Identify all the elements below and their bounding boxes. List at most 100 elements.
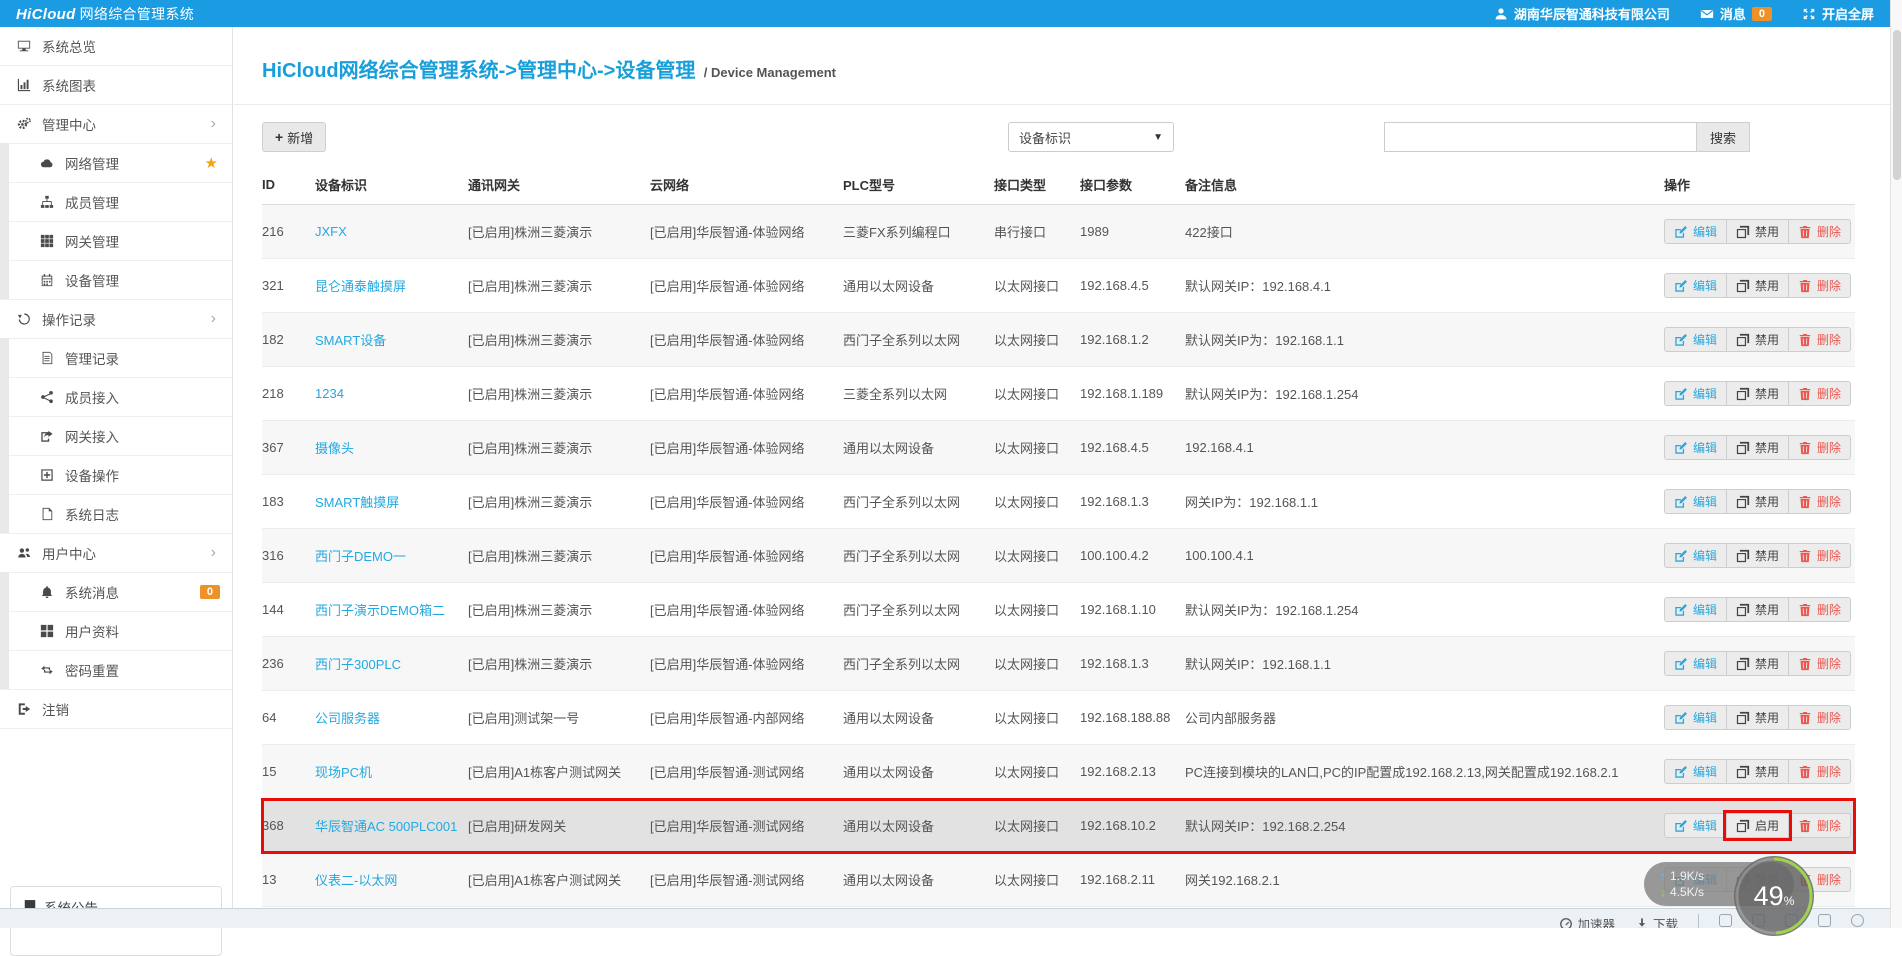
device-link[interactable]: 摄像头 xyxy=(315,441,354,456)
statusbar-tool-icon[interactable] xyxy=(1719,914,1732,927)
disable-button[interactable]: 禁用 xyxy=(1726,759,1789,784)
device-link[interactable]: 西门子DEMO一 xyxy=(315,549,406,564)
disable-button[interactable]: 禁用 xyxy=(1726,273,1789,298)
edit-button[interactable]: 编辑 xyxy=(1664,435,1727,460)
search-input[interactable] xyxy=(1384,122,1696,152)
sidebar-item-sitemap[interactable]: 成员管理 xyxy=(0,183,232,222)
accelerator-button[interactable]: 加速器 xyxy=(1559,914,1615,928)
disable-button[interactable]: 禁用 xyxy=(1726,327,1789,352)
edit-button[interactable]: 编辑 xyxy=(1664,381,1727,406)
disable-button[interactable]: 禁用 xyxy=(1726,597,1789,622)
sidebar-item-file[interactable]: 系统日志 xyxy=(0,495,232,534)
device-link[interactable]: 1234 xyxy=(315,386,344,401)
topbar-menu: 湖南华辰智通科技有限公司 消息 0 开启全屏 xyxy=(1494,4,1874,23)
cell-cloud-network: [已启用]华辰智通-体验网络 xyxy=(650,475,843,529)
device-link[interactable]: 公司服务器 xyxy=(315,711,380,726)
statusbar-tool-icon[interactable] xyxy=(1818,914,1831,927)
usage-percent-widget[interactable]: 49% xyxy=(1734,856,1814,936)
sidebar-item-th-large[interactable]: 用户资料 xyxy=(0,612,232,651)
cell-actions: 编辑禁用删除 xyxy=(1664,259,1855,313)
cell-id: 182 xyxy=(262,313,315,367)
clone-icon xyxy=(1736,495,1750,509)
delete-button[interactable]: 删除 xyxy=(1788,705,1851,730)
scrollbar-thumb[interactable] xyxy=(1893,30,1901,180)
desktop-icon xyxy=(17,39,34,53)
table-row: 182SMART设备[已启用]株洲三菱演示[已启用]华辰智通-体验网络西门子全系… xyxy=(262,313,1855,367)
edit-button[interactable]: 编辑 xyxy=(1664,273,1727,298)
cell-interface-type: 以太网接口 xyxy=(994,799,1080,853)
sidebar-item-users[interactable]: 用户中心› xyxy=(0,534,232,573)
sidebar-item-desktop[interactable]: 系统总览 xyxy=(0,27,232,66)
device-link[interactable]: 西门子演示DEMO箱二 xyxy=(315,603,445,618)
sidebar-item-bell[interactable]: 系统消息0 xyxy=(0,573,232,612)
edit-button[interactable]: 编辑 xyxy=(1664,759,1727,784)
edit-button[interactable]: 编辑 xyxy=(1664,813,1727,838)
delete-button[interactable]: 删除 xyxy=(1788,273,1851,298)
device-link[interactable]: JXFX xyxy=(315,224,347,239)
search-button[interactable]: 搜索 xyxy=(1696,122,1750,152)
cell-interface-param: 192.168.4.5 xyxy=(1080,259,1185,313)
disable-button[interactable]: 禁用 xyxy=(1726,705,1789,730)
edit-button[interactable]: 编辑 xyxy=(1664,597,1727,622)
device-link[interactable]: 华辰智通AC 500PLC001 xyxy=(315,819,457,834)
delete-button[interactable]: 删除 xyxy=(1788,813,1851,838)
disable-button[interactable]: 禁用 xyxy=(1726,381,1789,406)
column-header: 通讯网关 xyxy=(468,165,650,205)
edit-button[interactable]: 编辑 xyxy=(1664,543,1727,568)
disable-button[interactable]: 禁用 xyxy=(1726,651,1789,676)
edit-button[interactable]: 编辑 xyxy=(1664,651,1727,676)
sidebar-item-logout[interactable]: 注销 xyxy=(0,690,232,729)
sidebar-item-cloud[interactable]: 网络管理★ xyxy=(0,144,232,183)
messages-menu[interactable]: 消息 0 xyxy=(1700,4,1772,23)
device-link[interactable]: 仪表二-以太网 xyxy=(315,873,397,888)
disable-button[interactable]: 禁用 xyxy=(1726,489,1789,514)
delete-button[interactable]: 删除 xyxy=(1788,381,1851,406)
device-link[interactable]: SMART触摸屏 xyxy=(315,495,399,510)
sidebar: 系统总览系统图表管理中心›网络管理★成员管理网关管理设备管理操作记录›管理记录成… xyxy=(0,27,233,928)
sidebar-item-calendar[interactable]: 设备管理 xyxy=(0,261,232,300)
sidebar-item-share-square[interactable]: 网关接入 xyxy=(0,417,232,456)
delete-button[interactable]: 删除 xyxy=(1788,597,1851,622)
delete-button[interactable]: 删除 xyxy=(1788,327,1851,352)
cell-gateway: [已启用]株洲三菱演示 xyxy=(468,529,650,583)
sidebar-item-gears[interactable]: 管理中心› xyxy=(0,105,232,144)
sidebar-item-reset[interactable]: 密码重置 xyxy=(0,651,232,690)
delete-button[interactable]: 删除 xyxy=(1788,489,1851,514)
disable-button[interactable]: 禁用 xyxy=(1726,219,1789,244)
favorite-star-icon[interactable]: ★ xyxy=(205,154,218,172)
account-menu[interactable]: 湖南华辰智通科技有限公司 xyxy=(1494,4,1670,23)
device-link[interactable]: 昆仑通泰触摸屏 xyxy=(315,279,406,294)
sidebar-item-share[interactable]: 成员接入 xyxy=(0,378,232,417)
browser-scrollbar[interactable] xyxy=(1890,0,1902,928)
edit-button[interactable]: 编辑 xyxy=(1664,327,1727,352)
cell-gateway: [已启用]株洲三菱演示 xyxy=(468,475,650,529)
search-field-select[interactable]: 设备标识 ▼ xyxy=(1008,122,1174,152)
delete-button[interactable]: 删除 xyxy=(1788,543,1851,568)
delete-button[interactable]: 删除 xyxy=(1788,219,1851,244)
add-device-button[interactable]: + 新增 xyxy=(262,122,326,152)
sidebar-item-grid[interactable]: 网关管理 xyxy=(0,222,232,261)
sidebar-item-chart[interactable]: 系统图表 xyxy=(0,66,232,105)
edit-button[interactable]: 编辑 xyxy=(1664,489,1727,514)
sidebar-item-history[interactable]: 操作记录› xyxy=(0,300,232,339)
disable-button[interactable]: 禁用 xyxy=(1726,435,1789,460)
enable-button[interactable]: 启用 xyxy=(1726,813,1789,838)
sidebar-item-plus-square[interactable]: 设备操作 xyxy=(0,456,232,495)
disable-button[interactable]: 禁用 xyxy=(1726,543,1789,568)
edit-button[interactable]: 编辑 xyxy=(1664,219,1727,244)
device-link[interactable]: 现场PC机 xyxy=(315,765,372,780)
cell-device-name: 西门子300PLC xyxy=(315,637,468,691)
cell-gateway: [已启用]株洲三菱演示 xyxy=(468,583,650,637)
delete-button[interactable]: 删除 xyxy=(1788,435,1851,460)
download-manager-button[interactable]: 下载 xyxy=(1635,914,1678,928)
statusbar-tool-icon[interactable] xyxy=(1851,914,1864,927)
delete-button[interactable]: 删除 xyxy=(1788,651,1851,676)
edit-button[interactable]: 编辑 xyxy=(1664,705,1727,730)
delete-button[interactable]: 删除 xyxy=(1788,759,1851,784)
fullscreen-button[interactable]: 开启全屏 xyxy=(1802,4,1874,23)
sidebar-item-file-text[interactable]: 管理记录 xyxy=(0,339,232,378)
table-row: 144西门子演示DEMO箱二[已启用]株洲三菱演示[已启用]华辰智通-体验网络西… xyxy=(262,583,1855,637)
device-link[interactable]: SMART设备 xyxy=(315,333,386,348)
table-row: 64公司服务器[已启用]测试架一号[已启用]华辰智通-内部网络通用以太网设备以太… xyxy=(262,691,1855,745)
device-link[interactable]: 西门子300PLC xyxy=(315,657,401,672)
